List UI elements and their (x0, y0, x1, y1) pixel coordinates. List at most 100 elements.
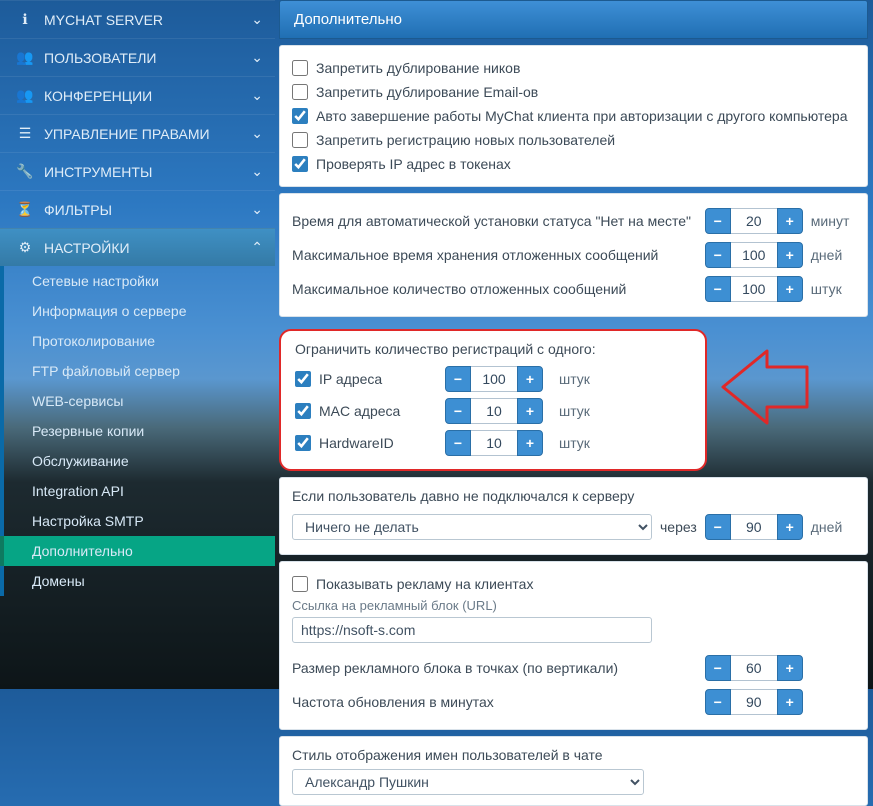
minus-button[interactable]: − (705, 276, 731, 302)
name-style-select[interactable]: Александр Пушкин (292, 769, 644, 795)
cb-limit-ip[interactable] (295, 371, 311, 387)
plus-button[interactable]: + (517, 398, 543, 424)
chevron-down-icon: ⌄ (251, 201, 263, 218)
sidebar-sub-item[interactable]: Integration API (0, 476, 275, 506)
unit-label: дней (811, 519, 855, 535)
list-icon: ☰ (16, 125, 34, 142)
limit-ip-label: IP адреса (319, 371, 437, 387)
spin-value[interactable]: 100 (471, 366, 517, 392)
gear-icon: ⚙ (16, 239, 34, 256)
spin-value[interactable]: 90 (731, 514, 777, 540)
reg-limit-title: Ограничить количество регистраций с одно… (295, 341, 691, 363)
sidebar-group-label: КОНФЕРЕНЦИИ (44, 88, 152, 104)
spin-value[interactable]: 10 (471, 430, 517, 456)
name-style-panel: Стиль отображения имен пользователей в ч… (279, 736, 868, 806)
sidebar-group-label: ФИЛЬТРЫ (44, 202, 112, 218)
sidebar-group-label: ПОЛЬЗОВАТЕЛИ (44, 50, 156, 66)
plus-button[interactable]: + (777, 276, 803, 302)
chevron-down-icon: ⌄ (251, 163, 263, 180)
spin-value[interactable]: 20 (731, 208, 777, 234)
limit-maxoff-label: Максимальное количество отложенных сообщ… (292, 281, 705, 297)
sidebar-group-rights[interactable]: ☰ УПРАВЛЕНИЕ ПРАВАМИ ⌄ (0, 114, 275, 152)
spin-value[interactable]: 60 (731, 655, 777, 681)
idle-action-select[interactable]: Ничего не делать (292, 514, 652, 540)
idle-label: Если пользователь давно не подключался к… (292, 488, 855, 510)
cb-label: Запретить дублирование ников (316, 60, 520, 76)
name-style-label: Стиль отображения имен пользователей в ч… (292, 747, 855, 769)
ads-size-label: Размер рекламного блока в точках (по вер… (292, 660, 705, 676)
plus-button[interactable]: + (777, 242, 803, 268)
minus-button[interactable]: − (705, 242, 731, 268)
plus-button[interactable]: + (777, 514, 803, 540)
sidebar: ℹ MYCHAT SERVER ⌄ 👥 ПОЛЬЗОВАТЕЛИ ⌄ 👥 КОН… (0, 0, 275, 689)
minus-button[interactable]: − (705, 689, 731, 715)
main-content: Дополнительно Запретить дублирование ник… (275, 0, 873, 689)
reg-limit-panel: Ограничить количество регистраций с одно… (279, 329, 707, 471)
limit-away-label: Время для автоматической установки стату… (292, 213, 705, 229)
limit-keep-label: Максимальное время хранения отложенных с… (292, 247, 705, 263)
plus-button[interactable]: + (777, 655, 803, 681)
unit-label: минут (811, 213, 855, 229)
sidebar-group-users[interactable]: 👥 ПОЛЬЗОВАТЕЛИ ⌄ (0, 38, 275, 76)
sidebar-sub-item[interactable]: Дополнительно (0, 536, 275, 566)
cb-label: Авто завершение работы MyChat клиента пр… (316, 108, 848, 124)
cb-label: Проверять IP адрес в токенах (316, 156, 511, 172)
cb-auto-exit[interactable] (292, 108, 308, 124)
cb-nick-dup[interactable] (292, 60, 308, 76)
minus-button[interactable]: − (445, 430, 471, 456)
cb-show-ads[interactable] (292, 576, 308, 592)
sidebar-group-label: MYCHAT SERVER (44, 12, 163, 28)
sidebar-group-label: УПРАВЛЕНИЕ ПРАВАМИ (44, 126, 210, 142)
spin-value[interactable]: 100 (731, 242, 777, 268)
sidebar-sub-item[interactable]: Обслуживание (0, 446, 275, 476)
minus-button[interactable]: − (445, 398, 471, 424)
info-icon: ℹ (16, 11, 34, 28)
sidebar-group-label: ИНСТРУМЕНТЫ (44, 164, 152, 180)
cb-label: Показывать рекламу на клиентах (316, 576, 533, 592)
chevron-down-icon: ⌄ (251, 87, 263, 104)
sidebar-sub-item[interactable]: FTP файловый сервер (0, 356, 275, 386)
minus-button[interactable]: − (705, 655, 731, 681)
sidebar-group-filters[interactable]: ⏳ ФИЛЬТРЫ ⌄ (0, 190, 275, 228)
spin-value[interactable]: 10 (471, 398, 517, 424)
sidebar-settings-children: Сетевые настройкиИнформация о сервереПро… (0, 266, 275, 596)
cb-email-dup[interactable] (292, 84, 308, 100)
limit-mac-label: MAC адреса (319, 403, 437, 419)
limit-hw-label: HardwareID (319, 435, 437, 451)
cb-no-reg[interactable] (292, 132, 308, 148)
plus-button[interactable]: + (517, 430, 543, 456)
ads-url-input[interactable] (292, 617, 652, 643)
wrench-icon: 🔧 (16, 163, 34, 180)
sidebar-sub-item[interactable]: Информация о сервере (0, 296, 275, 326)
minus-button[interactable]: − (705, 208, 731, 234)
cb-limit-mac[interactable] (295, 403, 311, 419)
spin-value[interactable]: 100 (731, 276, 777, 302)
idle-through-label: через (660, 519, 697, 535)
cb-check-ip[interactable] (292, 156, 308, 172)
sidebar-group-conferences[interactable]: 👥 КОНФЕРЕНЦИИ ⌄ (0, 76, 275, 114)
sidebar-sub-item[interactable]: Домены (0, 566, 275, 596)
unit-label: штук (559, 403, 603, 419)
sidebar-sub-item[interactable]: Сетевые настройки (0, 266, 275, 296)
unit-label: дней (811, 247, 855, 263)
plus-button[interactable]: + (777, 208, 803, 234)
sidebar-group-settings[interactable]: ⚙ НАСТРОЙКИ ⌃ (0, 228, 275, 266)
cb-label: Запретить регистрацию новых пользователе… (316, 132, 615, 148)
sidebar-group-server[interactable]: ℹ MYCHAT SERVER ⌄ (0, 0, 275, 38)
sidebar-group-label: НАСТРОЙКИ (44, 240, 130, 256)
filter-icon: ⏳ (16, 201, 34, 218)
sidebar-sub-item[interactable]: WEB-сервисы (0, 386, 275, 416)
minus-button[interactable]: − (705, 514, 731, 540)
sidebar-group-tools[interactable]: 🔧 ИНСТРУМЕНТЫ ⌄ (0, 152, 275, 190)
plus-button[interactable]: + (777, 689, 803, 715)
group-icon: 👥 (16, 87, 34, 104)
page-title: Дополнительно (279, 0, 868, 39)
cb-limit-hw[interactable] (295, 435, 311, 451)
sidebar-sub-item[interactable]: Резервные копии (0, 416, 275, 446)
unit-label: штук (811, 281, 855, 297)
spin-value[interactable]: 90 (731, 689, 777, 715)
sidebar-sub-item[interactable]: Протоколирование (0, 326, 275, 356)
sidebar-sub-item[interactable]: Настройка SMTP (0, 506, 275, 536)
plus-button[interactable]: + (517, 366, 543, 392)
minus-button[interactable]: − (445, 366, 471, 392)
